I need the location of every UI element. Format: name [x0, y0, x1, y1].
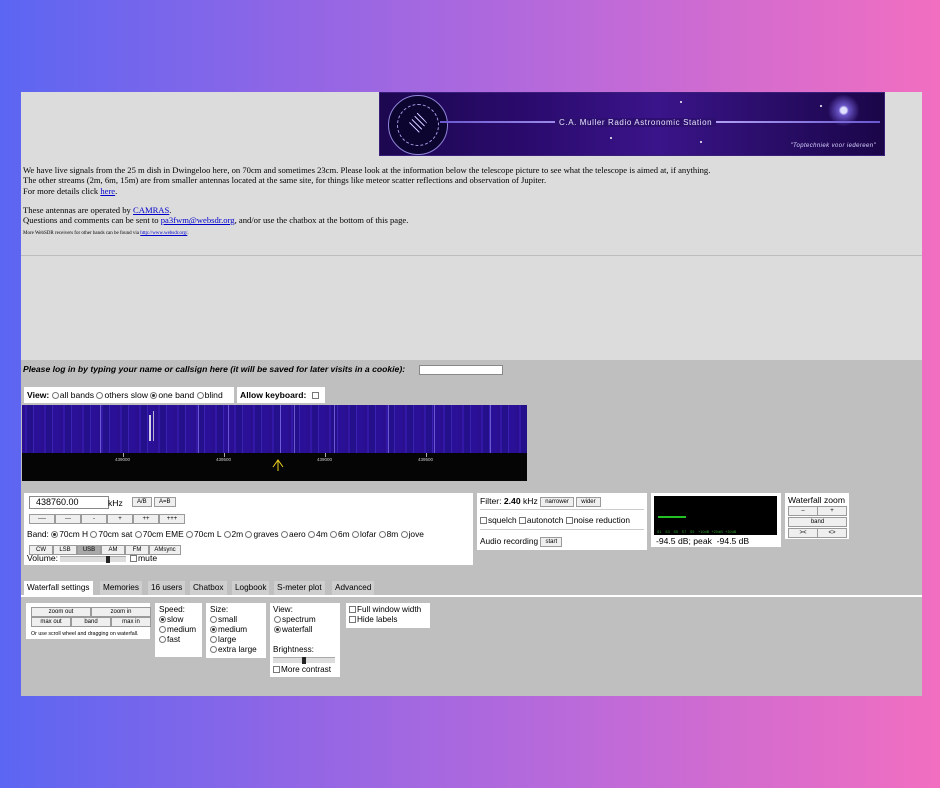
- size-small[interactable]: small: [210, 615, 237, 625]
- zoom-plus-button[interactable]: +: [817, 506, 847, 516]
- tuning-panel: 438760.00 kHz A/B A=B ---- --- - + ++ +++ Ban…: [24, 493, 473, 565]
- waterfall-zoom-panel: Waterfall zoom – + band >< <>: [785, 493, 849, 539]
- full-window-toggle[interactable]: Full window width: [349, 605, 421, 615]
- max-in-button[interactable]: max in: [111, 617, 151, 627]
- websdr-link[interactable]: http://www.websdr.org/: [140, 231, 187, 236]
- band-70cm-h[interactable]: 70cm H: [51, 529, 88, 539]
- band-70cm-l[interactable]: 70cm L: [186, 529, 221, 539]
- wider-button[interactable]: wider: [576, 496, 601, 507]
- band-jove[interactable]: jove: [400, 529, 424, 539]
- display-options: Full window width Hide labels: [346, 603, 430, 628]
- view-all-bands[interactable]: all bands: [51, 390, 94, 400]
- view-waterfall[interactable]: waterfall: [274, 625, 313, 635]
- tab-waterfall-settings[interactable]: Waterfall settings: [24, 581, 93, 595]
- intro-text: We have live signals from the 25 m dish …: [23, 165, 711, 237]
- band-lofar[interactable]: lofar: [351, 529, 376, 539]
- view-one-band[interactable]: one band: [150, 390, 194, 400]
- tab-memories[interactable]: Memories: [100, 581, 142, 595]
- noise-reduction-toggle[interactable]: noise reduction: [565, 515, 630, 525]
- details-link[interactable]: here: [100, 186, 115, 196]
- tuning-marker-icon[interactable]: [271, 458, 285, 472]
- zoom-controls: zoom out zoom in max out band max in Or …: [26, 603, 151, 639]
- step-down-1[interactable]: -: [81, 513, 107, 524]
- zoom-out-button[interactable]: zoom out: [31, 607, 91, 617]
- band-aero[interactable]: aero: [280, 529, 306, 539]
- zoom-band-reset-button[interactable]: band: [71, 617, 111, 627]
- speed-panel: Speed: slow medium fast: [155, 603, 202, 657]
- size-panel: Size: small medium large extra large: [206, 603, 266, 658]
- size-extra-large[interactable]: extra large: [210, 645, 257, 655]
- view-panel: View: spectrum waterfall Brightness: Mor…: [270, 603, 340, 677]
- view-selector: View: all bands others slow one band bli…: [24, 387, 234, 403]
- ab-button[interactable]: A/B: [132, 497, 152, 507]
- frequency-input[interactable]: 438760.00: [29, 496, 109, 509]
- tab-users[interactable]: 16 users: [148, 581, 186, 595]
- aeqb-button[interactable]: A=B: [154, 497, 176, 507]
- filter-panel: Filter: 2.40 kHz narrower wider squelch …: [477, 493, 647, 550]
- camras-link[interactable]: CAMRAS: [133, 205, 169, 215]
- tab-logbook[interactable]: Logbook: [232, 581, 270, 595]
- zoom-widen-button[interactable]: <>: [817, 528, 847, 538]
- frequency-scale[interactable]: 439000 439500 439000 439500: [22, 453, 527, 481]
- more-contrast-toggle[interactable]: More contrast: [273, 665, 331, 675]
- tab-s-meter-plot[interactable]: S-meter plot: [274, 581, 325, 595]
- speed-fast[interactable]: fast: [159, 635, 180, 645]
- filter-width: 2.40: [503, 496, 521, 506]
- record-start-button[interactable]: start: [540, 536, 563, 547]
- keyboard-toggle: Allow keyboard:: [237, 387, 325, 403]
- size-large[interactable]: large: [210, 635, 236, 645]
- zoom-minus-button[interactable]: –: [788, 506, 818, 516]
- s-meter: S1 S3 S5 S7 S9 +10dB +20dB +30dB -94.5 d…: [651, 493, 781, 547]
- tab-chatbox[interactable]: Chatbox: [190, 581, 227, 595]
- callsign-input[interactable]: [419, 365, 503, 375]
- size-medium[interactable]: medium: [210, 625, 247, 635]
- band-6m[interactable]: 6m: [330, 529, 350, 539]
- step-down-2[interactable]: ---: [55, 513, 81, 524]
- brightness-slider[interactable]: [273, 657, 335, 664]
- divider: [21, 255, 922, 256]
- camras-logo-icon: [388, 95, 448, 155]
- step-up-1[interactable]: +: [107, 513, 133, 524]
- band-2m[interactable]: 2m: [223, 529, 243, 539]
- station-motto: "Toptechniek voor iedereen": [790, 143, 876, 149]
- email-link[interactable]: pa3fwm@websdr.org: [161, 215, 235, 225]
- band-8m[interactable]: 8m: [378, 529, 398, 539]
- zoom-in-button[interactable]: zoom in: [91, 607, 151, 617]
- volume-slider[interactable]: [60, 556, 126, 563]
- camras-banner: C.A. Muller Radio Astronomic Station "To…: [379, 92, 885, 156]
- allow-keyboard-checkbox[interactable]: [311, 391, 319, 399]
- zoom-narrow-button[interactable]: ><: [788, 528, 818, 538]
- speed-slow[interactable]: slow: [159, 615, 183, 625]
- zoom-band-button[interactable]: band: [788, 517, 847, 527]
- autonotch-toggle[interactable]: autonotch: [518, 515, 563, 525]
- step-up-3[interactable]: +++: [159, 513, 185, 524]
- mode-usb[interactable]: USB: [77, 544, 101, 555]
- s-meter-readout: -94.5 dB; peak -94.5 dB: [656, 536, 750, 546]
- view-others-slow[interactable]: others slow: [96, 390, 148, 400]
- band-4m[interactable]: 4m: [308, 529, 328, 539]
- max-out-button[interactable]: max out: [31, 617, 71, 627]
- station-name: C.A. Muller Radio Astronomic Station: [555, 118, 717, 127]
- view-blind[interactable]: blind: [196, 390, 223, 400]
- tab-advanced[interactable]: Advanced: [332, 581, 375, 595]
- mute-toggle[interactable]: mute: [130, 553, 157, 563]
- band-70cm-sat[interactable]: 70cm sat: [90, 529, 132, 539]
- band-selector: Band: 70cm H 70cm sat 70cm EME 70cm L 2m…: [27, 529, 424, 539]
- speed-medium[interactable]: medium: [159, 625, 196, 635]
- step-down-3[interactable]: ----: [29, 513, 55, 524]
- band-graves[interactable]: graves: [245, 529, 279, 539]
- websdr-page: C.A. Muller Radio Astronomic Station "To…: [21, 92, 922, 696]
- mode-am[interactable]: AM: [101, 544, 125, 555]
- hide-labels-toggle[interactable]: Hide labels: [349, 615, 398, 625]
- step-up-2[interactable]: ++: [133, 513, 159, 524]
- band-70cm-eme[interactable]: 70cm EME: [134, 529, 184, 539]
- view-spectrum[interactable]: spectrum: [274, 615, 316, 625]
- login-prompt: Please log in by typing your name or cal…: [23, 364, 406, 374]
- squelch-toggle[interactable]: squelch: [480, 515, 517, 525]
- narrower-button[interactable]: narrower: [540, 496, 574, 507]
- waterfall-display[interactable]: [22, 405, 527, 453]
